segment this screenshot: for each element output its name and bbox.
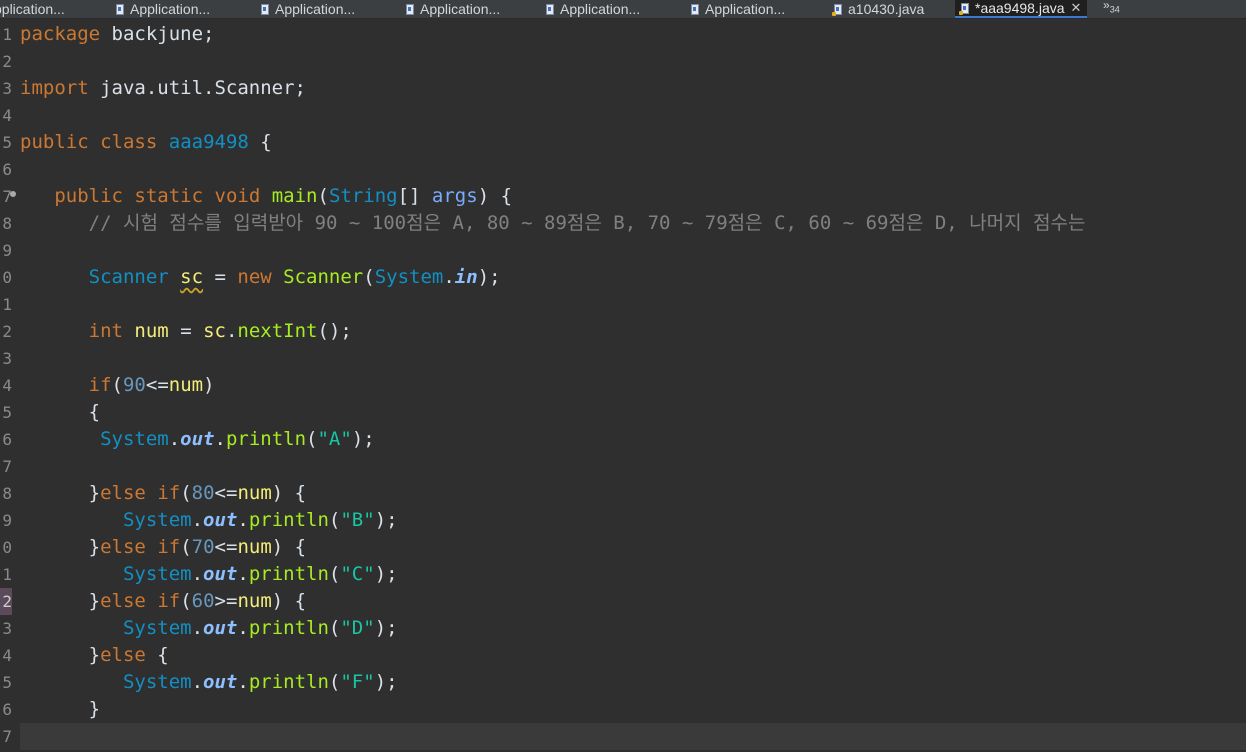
line-number: 1 — [2, 25, 12, 44]
code-line[interactable]: System.out.println("A"); — [20, 426, 375, 453]
tab-label: Application... — [275, 1, 356, 17]
code-line[interactable]: public class aaa9498 { — [20, 129, 272, 156]
code-line[interactable]: Scanner sc = new Scanner(System.in); — [20, 264, 501, 291]
java-file-warning-icon — [832, 3, 842, 16]
code-line[interactable]: }else { — [20, 642, 169, 669]
current-line-highlight — [20, 723, 1246, 750]
code-line[interactable]: import java.util.Scanner; — [20, 75, 306, 102]
java-file-warning-icon — [959, 2, 969, 15]
line-number: 4 — [2, 106, 12, 125]
tab-application-3[interactable]: Application... — [261, 0, 355, 18]
tab-application-2[interactable]: Application... — [116, 0, 210, 18]
line-number-selected: 2 — [0, 588, 12, 615]
code-line[interactable]: int num = sc.nextInt(); — [20, 318, 352, 345]
line-number: 5 — [2, 133, 12, 152]
line-number: 6 — [2, 160, 12, 179]
line-number: 9 — [2, 511, 12, 530]
line-number: 7 — [2, 457, 12, 476]
line-number: 3 — [2, 79, 12, 98]
code-line[interactable]: System.out.println("C"); — [20, 561, 398, 588]
code-line[interactable]: { — [20, 399, 100, 426]
code-line[interactable]: System.out.println("B"); — [20, 507, 398, 534]
code-line[interactable]: if(90<=num) — [20, 372, 215, 399]
java-file-icon — [261, 3, 269, 15]
code-line[interactable]: } — [20, 696, 100, 723]
tab-aaa9498-active[interactable]: *aaa9498.java ✕ — [955, 0, 1088, 18]
tab-label: Application... — [130, 1, 211, 17]
code-line[interactable]: }else if(60>=num) { — [20, 588, 306, 615]
line-number: 7 — [2, 187, 12, 206]
line-number: 5 — [2, 673, 12, 692]
line-number: 8 — [2, 214, 12, 233]
java-file-icon — [116, 3, 124, 15]
warning-underline: sc — [180, 266, 204, 288]
code-line[interactable]: System.out.println("D"); — [20, 615, 398, 642]
code-line[interactable]: package backjune; — [20, 21, 214, 48]
tab-label: pplication... — [0, 1, 65, 17]
code-line[interactable]: System.out.println("F"); — [20, 669, 398, 696]
java-file-icon — [546, 3, 554, 15]
line-number: 2 — [2, 52, 12, 71]
line-number: 4 — [2, 646, 12, 665]
code-line[interactable]: }else if(80<=num) { — [20, 480, 306, 507]
code-line[interactable]: }else if(70<=num) { — [20, 534, 306, 561]
line-number: 6 — [2, 430, 12, 449]
tab-a10430[interactable]: a10430.java — [832, 0, 925, 18]
line-number: 7 — [2, 727, 12, 746]
tab-application-6[interactable]: Application... — [691, 0, 785, 18]
editor-tab-bar: pplication... Application... Application… — [0, 0, 1246, 19]
java-file-icon — [691, 3, 699, 15]
tab-label: a10430.java — [848, 1, 925, 17]
tab-application-4[interactable]: Application... — [406, 0, 500, 18]
line-number: 5 — [2, 403, 12, 422]
java-file-icon — [406, 3, 414, 15]
line-number: 6 — [2, 700, 12, 719]
line-number: 3 — [2, 619, 12, 638]
fold-marker-icon[interactable] — [10, 191, 16, 197]
line-number: 4 — [2, 376, 12, 395]
line-number: 1 — [2, 565, 12, 584]
line-number: 1 — [2, 295, 12, 314]
line-number: 0 — [2, 538, 12, 557]
line-number: 9 — [2, 241, 12, 260]
tab-application-1[interactable]: pplication... — [0, 0, 65, 18]
line-number: 2 — [2, 322, 12, 341]
tab-label: Application... — [560, 1, 641, 17]
line-number: 8 — [2, 484, 12, 503]
chevron-right-icon: » — [1103, 0, 1110, 12]
code-editor[interactable]: 1 2 3 4 5 6 7 8 9 0 1 2 3 4 5 6 7 8 9 0 … — [0, 19, 1246, 752]
tab-application-5[interactable]: Application... — [546, 0, 640, 18]
tab-label: *aaa9498.java — [975, 0, 1065, 16]
tab-overflow-button[interactable]: »34 — [1103, 0, 1120, 14]
tab-label: Application... — [705, 1, 786, 17]
code-line-comment[interactable]: // 시험 점수를 입력받아 90 ~ 100점은 A, 80 ~ 89점은 B… — [20, 210, 1086, 237]
tab-label: Application... — [420, 1, 501, 17]
line-number: 0 — [2, 268, 12, 287]
close-icon[interactable]: ✕ — [1071, 0, 1082, 16]
code-line[interactable]: public static void main(String[] args) { — [20, 183, 512, 210]
line-number-gutter: 1 2 3 4 5 6 7 8 9 0 1 2 3 4 5 6 7 8 9 0 … — [0, 19, 16, 752]
overflow-count: 34 — [1109, 4, 1120, 15]
line-number: 3 — [2, 349, 12, 368]
